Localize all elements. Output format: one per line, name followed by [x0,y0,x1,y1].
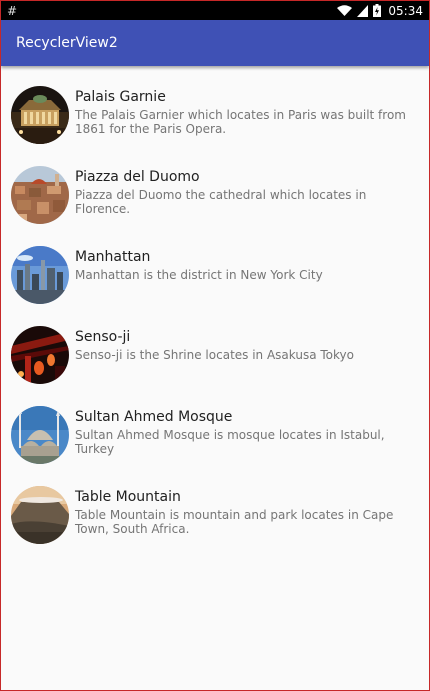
item-description: Senso-ji is the Shrine locates in Asakus… [75,348,354,362]
list-item[interactable]: Senso-ji Senso-ji is the Shrine locates … [1,326,429,406]
item-description: The Palais Garnier which locates in Pari… [75,108,406,136]
clock: 05:34 [388,3,423,18]
item-title: Manhattan [75,249,151,265]
wifi-icon [337,4,353,17]
app-bar: RecyclerView2 [1,20,429,66]
item-title: Table Mountain [75,489,181,505]
item-description: Manhattan is the district in New York Ci… [75,268,323,282]
item-title: Palais Garnie [75,89,166,105]
list-item[interactable]: Sultan Ahmed Mosque Sultan Ahmed Mosque … [1,406,429,486]
sultan-ahmed-mosque-photo [11,406,69,464]
palais-garnier-photo [11,86,69,144]
list-item[interactable]: Table Mountain Table Mountain is mountai… [1,486,429,566]
senso-ji-photo [11,326,69,384]
table-mountain-photo [11,486,69,544]
item-description: Sultan Ahmed Mosque is mosque locates in… [75,428,385,456]
item-description: Piazza del Duomo the cathedral which loc… [75,188,367,216]
item-description: Table Mountain is mountain and park loca… [75,508,394,536]
item-title: Sultan Ahmed Mosque [75,409,233,425]
recycler-list[interactable]: Palais Garnie The Palais Garnier which l… [1,66,429,566]
list-item[interactable]: Palais Garnie The Palais Garnier which l… [1,86,429,166]
item-title: Piazza del Duomo [75,169,200,185]
manhattan-photo [11,246,69,304]
status-icons: 05:34 [337,4,423,18]
item-title: Senso-ji [75,329,131,345]
piazza-del-duomo-photo [11,166,69,224]
status-bar: # 05:34 [1,1,429,20]
notification-glyph: # [7,3,18,18]
cell-signal-icon [357,4,369,17]
battery-icon [373,4,382,17]
list-item[interactable]: Piazza del Duomo Piazza del Duomo the ca… [1,166,429,246]
device-screen: # 05:34 RecyclerView2 Palais Garnie The … [1,1,429,690]
list-item[interactable]: Manhattan Manhattan is the district in N… [1,246,429,326]
app-title: RecyclerView2 [16,35,118,51]
